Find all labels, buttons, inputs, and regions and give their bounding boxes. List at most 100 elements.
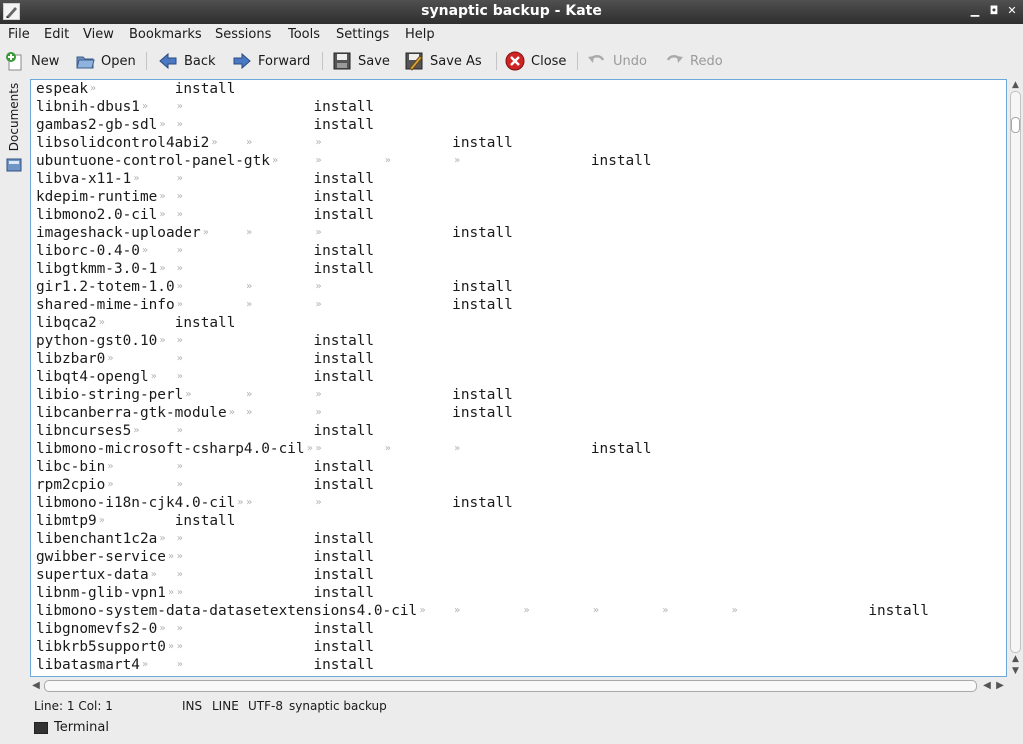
scroll-up-icon[interactable]: ▲ xyxy=(1008,653,1023,665)
tab-marker: » xyxy=(315,281,322,292)
tab-marker: » xyxy=(272,155,279,166)
encoding-indicator[interactable]: UTF-8 xyxy=(248,699,283,713)
install-status: install xyxy=(452,387,513,403)
install-status: install xyxy=(174,513,236,529)
tab-marker: » xyxy=(315,443,322,454)
maximize-button[interactable]: ◘ xyxy=(987,4,1001,18)
close-document-button[interactable]: Close xyxy=(504,49,566,73)
vertical-scroll-track[interactable] xyxy=(1010,91,1021,653)
scroll-left-icon[interactable]: ◀ xyxy=(981,679,993,693)
close-window-button[interactable]: ✕ xyxy=(1005,4,1019,18)
bottom-tool-bar: Terminal xyxy=(0,718,1023,742)
status-bar: Line: 1 Col: 1 INS LINE UTF-8 synaptic b… xyxy=(0,696,1023,716)
toolbar-separator xyxy=(577,52,578,70)
terminal-icon xyxy=(34,721,48,734)
tab-marker: » xyxy=(315,137,322,148)
install-status: install xyxy=(313,243,375,259)
package-name: libnih-dbus1 xyxy=(36,99,140,115)
tab-marker: » xyxy=(246,407,253,418)
filesystem-browser-icon[interactable] xyxy=(6,158,22,172)
package-name: libmono-microsoft-csharp4.0-cil xyxy=(36,441,305,457)
scroll-right-icon[interactable]: ▶ xyxy=(994,679,1006,693)
insert-mode-indicator[interactable]: INS xyxy=(182,699,202,713)
install-status: install xyxy=(590,441,652,457)
menu-sessions[interactable]: Sessions xyxy=(215,27,271,42)
terminal-button[interactable]: Terminal xyxy=(34,720,109,735)
tab-marker: » xyxy=(246,389,253,400)
text-editor-area[interactable]: espeak» install libnih-dbus1»» install gamba… xyxy=(30,79,1007,677)
package-name: libio-string-perl xyxy=(36,387,184,403)
undo-label: Undo xyxy=(613,53,647,69)
tab-marker: » xyxy=(90,83,97,94)
package-name: shared-mime-info xyxy=(36,297,175,313)
tab-marker: » xyxy=(592,605,599,616)
save-as-button[interactable]: Save As xyxy=(403,49,482,73)
vertical-scroll-thumb[interactable] xyxy=(1011,117,1020,133)
package-name: kdepim-runtime xyxy=(36,189,158,205)
install-status: install xyxy=(313,423,375,439)
tab-marker: » xyxy=(176,533,183,544)
menu-bookmarks[interactable]: Bookmarks xyxy=(129,27,202,42)
install-status: install xyxy=(313,567,375,583)
new-button[interactable]: New xyxy=(4,49,59,73)
tab-marker: » xyxy=(237,497,244,508)
minimize-button[interactable]: ▁ xyxy=(968,4,982,18)
tab-marker: » xyxy=(133,173,140,184)
tab-marker: » xyxy=(306,443,313,454)
side-panel-tabs: Documents xyxy=(0,78,28,678)
tab-marker: » xyxy=(176,551,183,562)
menu-settings[interactable]: Settings xyxy=(336,27,389,42)
package-name: gwibber-service xyxy=(36,549,166,565)
package-name: espeak xyxy=(36,81,88,97)
tab-marker: » xyxy=(523,605,530,616)
open-button[interactable]: Open xyxy=(74,49,136,73)
tab-marker: » xyxy=(246,227,253,238)
undo-icon xyxy=(586,50,608,72)
tab-marker: » xyxy=(185,389,192,400)
redo-button[interactable]: Redo xyxy=(663,49,723,73)
package-name: libmono-system-data-datasetextensions4.0… xyxy=(36,603,418,619)
documents-tab[interactable]: Documents xyxy=(2,80,24,160)
install-status: install xyxy=(313,99,375,115)
install-status: install xyxy=(452,405,513,421)
tab-marker: » xyxy=(176,191,183,202)
vertical-scrollbar[interactable]: ▲ ▲ ▼ xyxy=(1008,79,1023,677)
tab-marker: » xyxy=(176,641,183,652)
install-status: install xyxy=(313,189,375,205)
tab-marker: » xyxy=(211,137,218,148)
package-name: libmtp9 xyxy=(36,513,97,529)
menu-help[interactable]: Help xyxy=(405,27,435,42)
tab-marker: » xyxy=(107,353,114,364)
selection-mode-indicator[interactable]: LINE xyxy=(212,699,239,713)
menu-edit[interactable]: Edit xyxy=(44,27,69,42)
menu-view[interactable]: View xyxy=(83,27,114,42)
title-bar: synaptic backup - Kate ▁ ◘ ✕ xyxy=(0,0,1023,24)
tab-marker: » xyxy=(176,209,183,220)
package-name: libsolidcontrol4abi2 xyxy=(36,135,210,151)
tab-marker: » xyxy=(176,299,183,310)
open-folder-icon xyxy=(74,50,96,72)
package-name: libenchant1c2a xyxy=(36,531,158,547)
forward-button[interactable]: Forward xyxy=(231,49,310,73)
tab-marker: » xyxy=(159,263,166,274)
horizontal-scroll-track[interactable] xyxy=(44,680,977,692)
install-status: install xyxy=(313,207,375,223)
main-toolbar: New Open Back Forward Save Save As Close… xyxy=(0,46,1023,76)
package-name: libva-x11-1 xyxy=(36,171,132,187)
documents-tab-label: Documents xyxy=(7,82,21,152)
undo-button[interactable]: Undo xyxy=(586,49,647,73)
scroll-left-icon[interactable]: ◀ xyxy=(30,679,42,693)
scroll-down-icon[interactable]: ▼ xyxy=(1008,665,1023,677)
menu-file[interactable]: File xyxy=(8,27,30,42)
tab-marker: » xyxy=(731,605,738,616)
cursor-position: Line: 1 Col: 1 xyxy=(34,699,113,713)
scroll-up-icon[interactable]: ▲ xyxy=(1008,79,1023,91)
package-name: libmono-i18n-cjk4.0-cil xyxy=(36,495,236,511)
install-status: install xyxy=(313,657,375,673)
horizontal-scrollbar[interactable]: ◀ ◀ ▶ xyxy=(30,679,1007,693)
forward-arrow-icon xyxy=(231,50,253,72)
back-button[interactable]: Back xyxy=(157,49,216,73)
tab-marker: » xyxy=(176,569,183,580)
menu-tools[interactable]: Tools xyxy=(288,27,320,42)
save-button[interactable]: Save xyxy=(331,49,390,73)
